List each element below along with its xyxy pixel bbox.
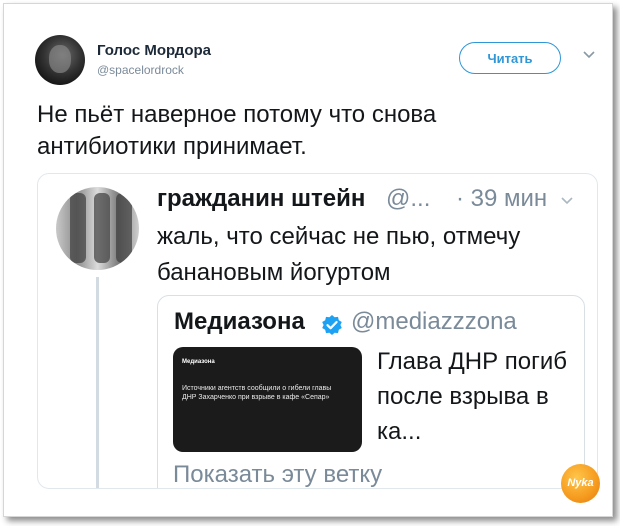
author-name[interactable]: Голос Мордора — [97, 42, 211, 59]
tweet-text: Не пьёт наверное потому что снова антиби… — [37, 101, 437, 160]
thumbnail-text: Источники агентств сообщили о гибели гла… — [182, 385, 332, 401]
author-handle[interactable]: @spacelordrock — [97, 63, 184, 77]
quoted-author-handle[interactable]: @... — [386, 185, 430, 213]
card-author-name[interactable]: Медиазона — [174, 308, 305, 336]
card-headline: Глава ДНР погиб после взрыва в ка... — [377, 348, 568, 445]
quoted-tweet-text: жаль, что сейчас не пью, отмечу банановы… — [157, 223, 521, 286]
tweet-card: Голос Мордора @spacelordrock Читать Не п… — [3, 3, 613, 517]
site-logo: Nyka — [561, 464, 600, 503]
thumbnail-label: Медиазона — [182, 359, 215, 365]
quoted-author-name[interactable]: гражданин штейн — [157, 185, 365, 213]
chevron-down-icon[interactable] — [582, 50, 596, 60]
embedded-tweet-card[interactable]: Медиазона @mediazzzona Медиазона Источни… — [157, 295, 585, 488]
card-author-handle[interactable]: @mediazzzona — [351, 308, 517, 336]
quoted-tweet-time[interactable]: · 39 мин — [456, 185, 547, 213]
thread-line — [96, 277, 99, 488]
follow-button[interactable]: Читать — [459, 42, 561, 74]
author-avatar[interactable] — [35, 35, 85, 85]
show-thread-link[interactable]: Показать эту ветку — [173, 461, 382, 488]
quoted-tweet[interactable]: гражданин штейн @... · 39 мин жаль, что … — [37, 173, 598, 489]
quoted-author-avatar[interactable] — [56, 187, 139, 270]
verified-badge-icon — [322, 315, 342, 335]
card-thumbnail[interactable]: Медиазона Источники агентств сообщили о … — [173, 347, 362, 452]
chevron-down-icon[interactable] — [560, 196, 574, 206]
